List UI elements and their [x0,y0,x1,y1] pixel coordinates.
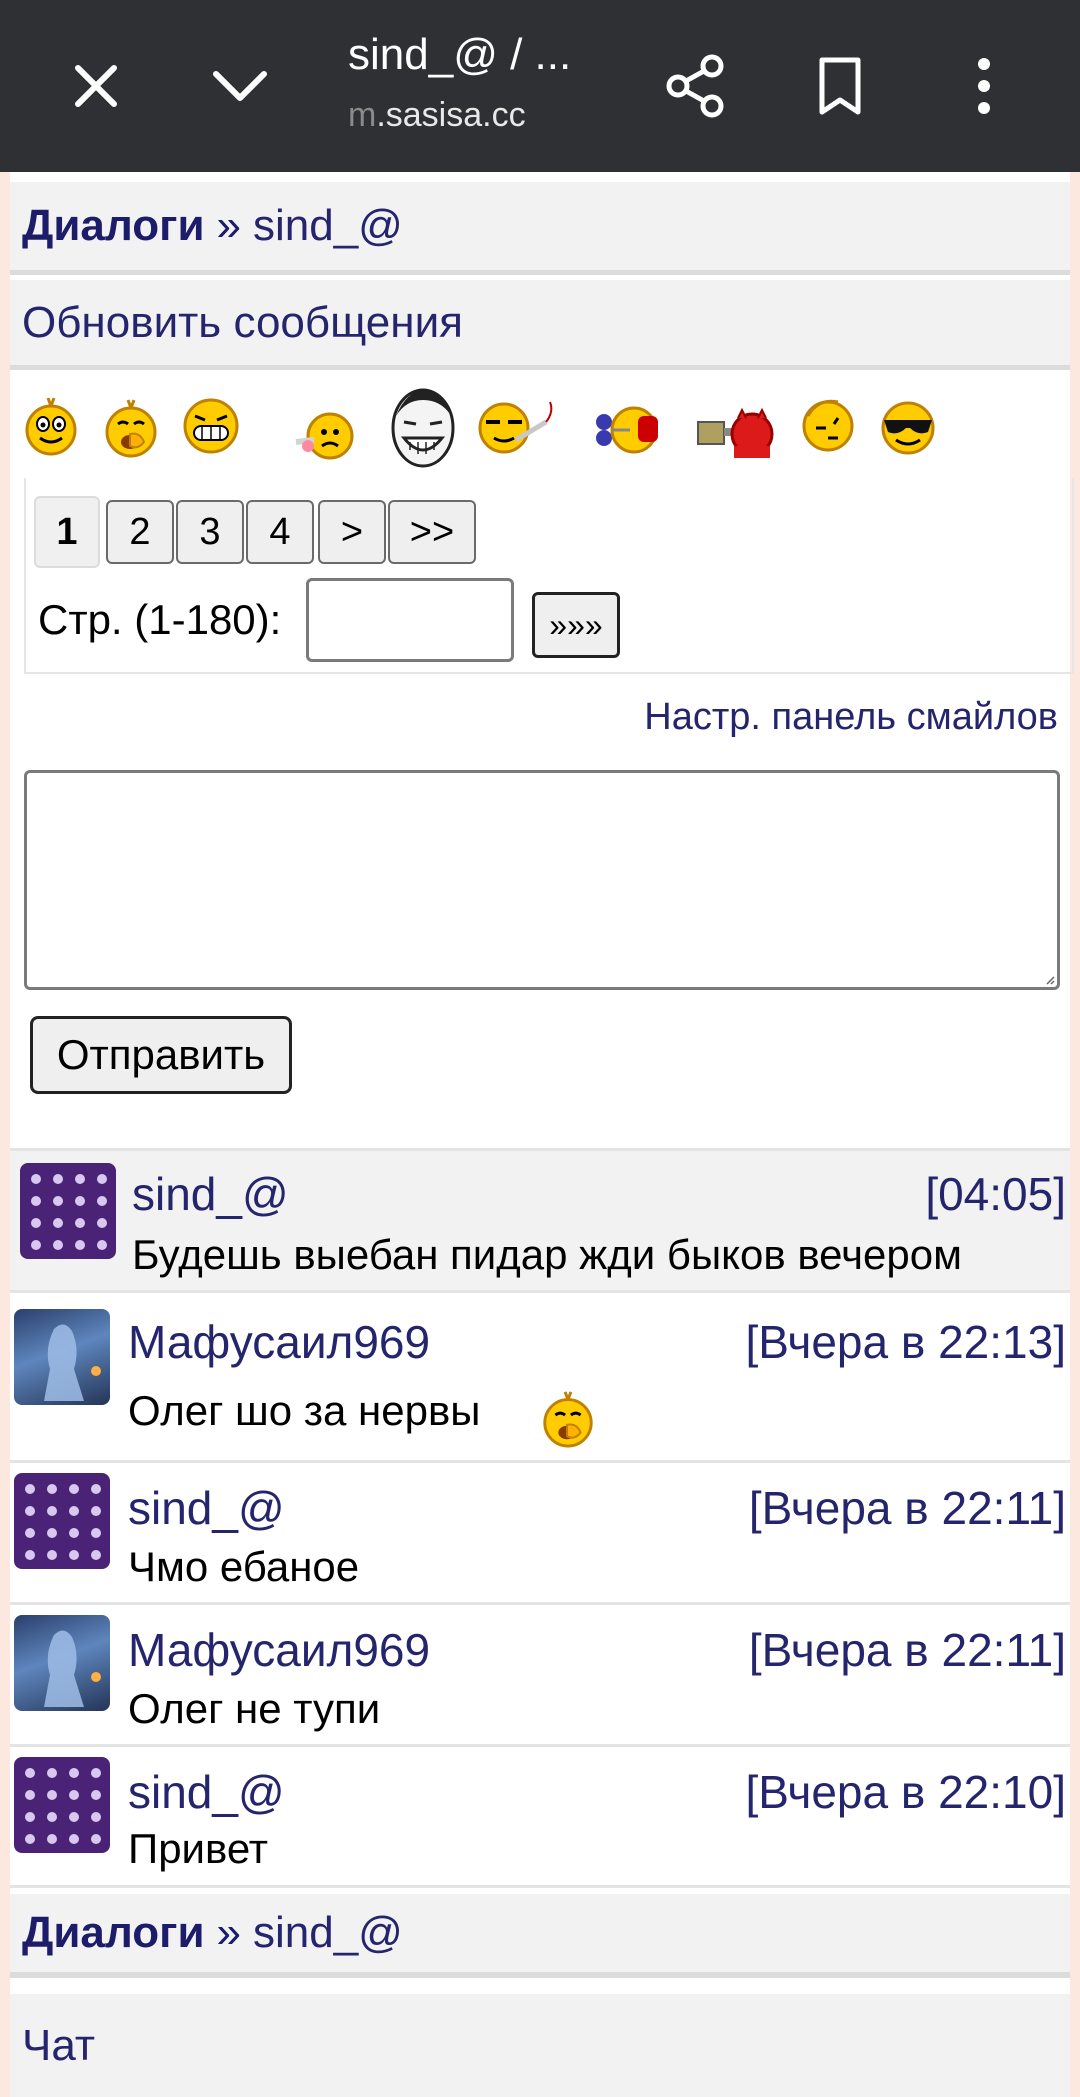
chevron-down-icon[interactable] [200,46,280,126]
message-textarea[interactable] [24,770,1060,990]
message-text: Чмо ебаное [128,1543,360,1590]
message-item: sind_@ [04:05] Будешь выебан пидар жди б… [10,1148,1070,1290]
page-background: Диалоги » sind_@ Обновить сообщения 1 2 … [0,172,1080,2097]
share-icon[interactable] [656,46,736,126]
page-button-current[interactable]: 1 [34,496,100,568]
smile-cigar-icon[interactable] [476,398,566,456]
more-vert-icon[interactable] [944,46,1024,126]
avatar[interactable] [14,1757,110,1853]
send-button[interactable]: Отправить [30,1016,292,1094]
page-button-4[interactable]: 4 [246,500,314,564]
smile-thinking-icon[interactable] [798,394,858,454]
message-author[interactable]: sind_@ [128,1481,285,1535]
message-author[interactable]: Мафусаил969 [128,1623,430,1677]
breadcrumb-current[interactable]: sind_@ [253,201,403,251]
avatar[interactable] [20,1163,116,1259]
message-author[interactable]: sind_@ [128,1765,285,1819]
smile-sunglasses-icon[interactable] [878,398,938,456]
message-text: Олег не тупи [128,1685,381,1732]
avatar[interactable] [14,1615,110,1711]
chat-link[interactable]: Чат [22,2021,95,2071]
footer-breadcrumb-separator: » [216,1908,241,1957]
footer-breadcrumb-current[interactable]: sind_@ [253,1908,403,1958]
breadcrumb-dialogs-link[interactable]: Диалоги [22,201,205,251]
smile-yawn-icon[interactable] [100,394,162,458]
avatar[interactable] [14,1309,110,1405]
page-button-next[interactable]: > [318,500,386,564]
message-time: [Вчера в 22:10] [745,1766,1066,1818]
page-button-2[interactable]: 2 [106,500,174,564]
breadcrumb: Диалоги » sind_@ [10,182,1070,275]
refresh-messages-link[interactable]: Обновить сообщения [22,298,463,348]
close-icon[interactable] [56,46,136,126]
goto-page-label: Стр. (1-180): [38,596,282,643]
footer-breadcrumb-dialogs-link[interactable]: Диалоги [22,1908,205,1958]
smile-devil-icon[interactable] [694,402,776,460]
message-item: Мафусаил969 [Вчера в 22:11] Олег не тупи [10,1602,1070,1744]
message-item: sind_@ [Вчера в 22:10] Привет [10,1744,1070,1888]
message-author[interactable]: sind_@ [132,1167,289,1221]
chat-bar: Чат [10,1994,1070,2097]
message-author[interactable]: Мафусаил969 [128,1315,430,1369]
message-text: Олег шо за нервы [128,1387,481,1434]
smile-sad-icon[interactable] [286,406,366,462]
refresh-messages-bar: Обновить сообщения [10,280,1070,370]
message-item: sind_@ [Вчера в 22:11] Чмо ебаное [10,1460,1070,1602]
smile-happy-icon[interactable] [22,392,80,456]
message-time: [04:05] [925,1168,1066,1220]
footer-breadcrumb: Диалоги » sind_@ [10,1894,1070,1978]
page-content: Диалоги » sind_@ Обновить сообщения 1 2 … [10,172,1074,2097]
message-time: [Вчера в 22:11] [748,1624,1066,1676]
page-url: m.sasisa.cc [348,96,526,134]
message-time: [Вчера в 22:13] [745,1316,1066,1368]
bookmark-icon[interactable] [800,46,880,126]
goto-page-input[interactable] [306,578,514,662]
smile-settings-link[interactable]: Настр. панель смайлов [644,696,1058,739]
smile-troll-icon[interactable] [386,386,460,474]
message-text: Привет [128,1825,269,1872]
breadcrumb-separator: » [216,201,241,250]
page-button-last[interactable]: >> [388,500,476,564]
message-time: [Вчера в 22:11] [748,1482,1066,1534]
smile-yawn-icon [543,1391,593,1448]
page-title: sind_@ / ... [348,30,572,79]
page-button-3[interactable]: 3 [176,500,244,564]
message-text: Будешь выебан пидар жди быков вечером [132,1231,962,1278]
browser-toolbar: sind_@ / ... m.sasisa.cc [0,0,1080,172]
avatar[interactable] [14,1473,110,1569]
goto-page-button[interactable]: »»» [532,592,620,658]
pagination: 1 2 3 4 > >> Стр. (1-180): »»» [24,478,1074,674]
message-item: Мафусаил969 [Вчера в 22:13] Олег шо за н… [10,1290,1070,1460]
resize-handle-icon[interactable] [1045,975,1055,985]
smile-headphones-icon[interactable] [590,398,666,458]
smile-grin-icon[interactable] [180,396,242,454]
